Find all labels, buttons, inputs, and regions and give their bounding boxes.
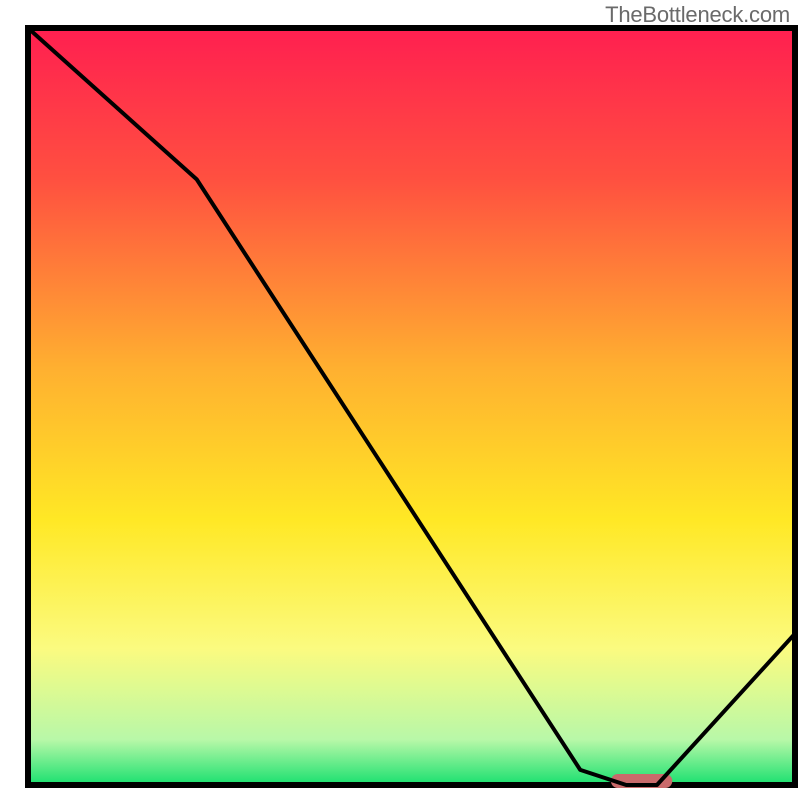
gradient-background [28,28,795,785]
attribution-text: TheBottleneck.com [605,2,790,28]
bottleneck-chart [0,0,800,800]
chart-container: TheBottleneck.com [0,0,800,800]
plot-area [28,28,795,788]
